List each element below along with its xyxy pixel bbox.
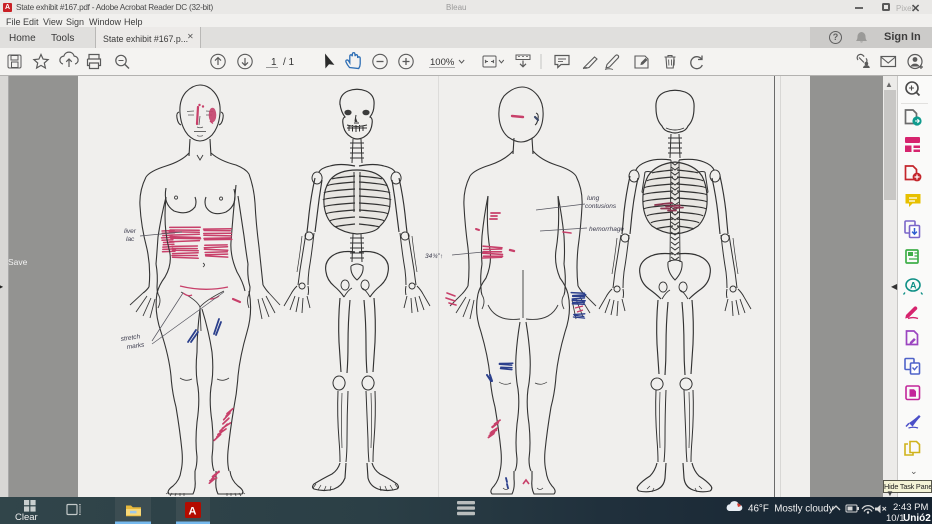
svg-text:Clear: Clear xyxy=(15,512,38,523)
svg-text:10/1: 10/1 xyxy=(886,513,905,524)
svg-text:lung: lung xyxy=(587,195,600,202)
svg-text:liver: liver xyxy=(124,228,137,235)
svg-text:A: A xyxy=(189,506,197,518)
svg-text:2:43 PM: 2:43 PM xyxy=(893,502,928,513)
svg-text:hemorrhage: hemorrhage xyxy=(589,226,624,233)
svg-text:1: 1 xyxy=(271,57,277,68)
svg-text:/ 1: / 1 xyxy=(283,57,295,68)
svg-text:lac: lac xyxy=(126,236,135,243)
svg-text:A: A xyxy=(910,281,917,291)
svg-text:34¾”↑: 34¾”↑ xyxy=(425,253,443,260)
svg-text:Unió2: Unió2 xyxy=(903,513,931,524)
svg-text:100%: 100% xyxy=(430,57,455,68)
svg-text:46°F Mostly cloudy: 46°F Mostly cloudy xyxy=(748,504,834,515)
svg-text:contusions: contusions xyxy=(585,203,617,210)
svg-text:marks: marks xyxy=(126,341,145,350)
